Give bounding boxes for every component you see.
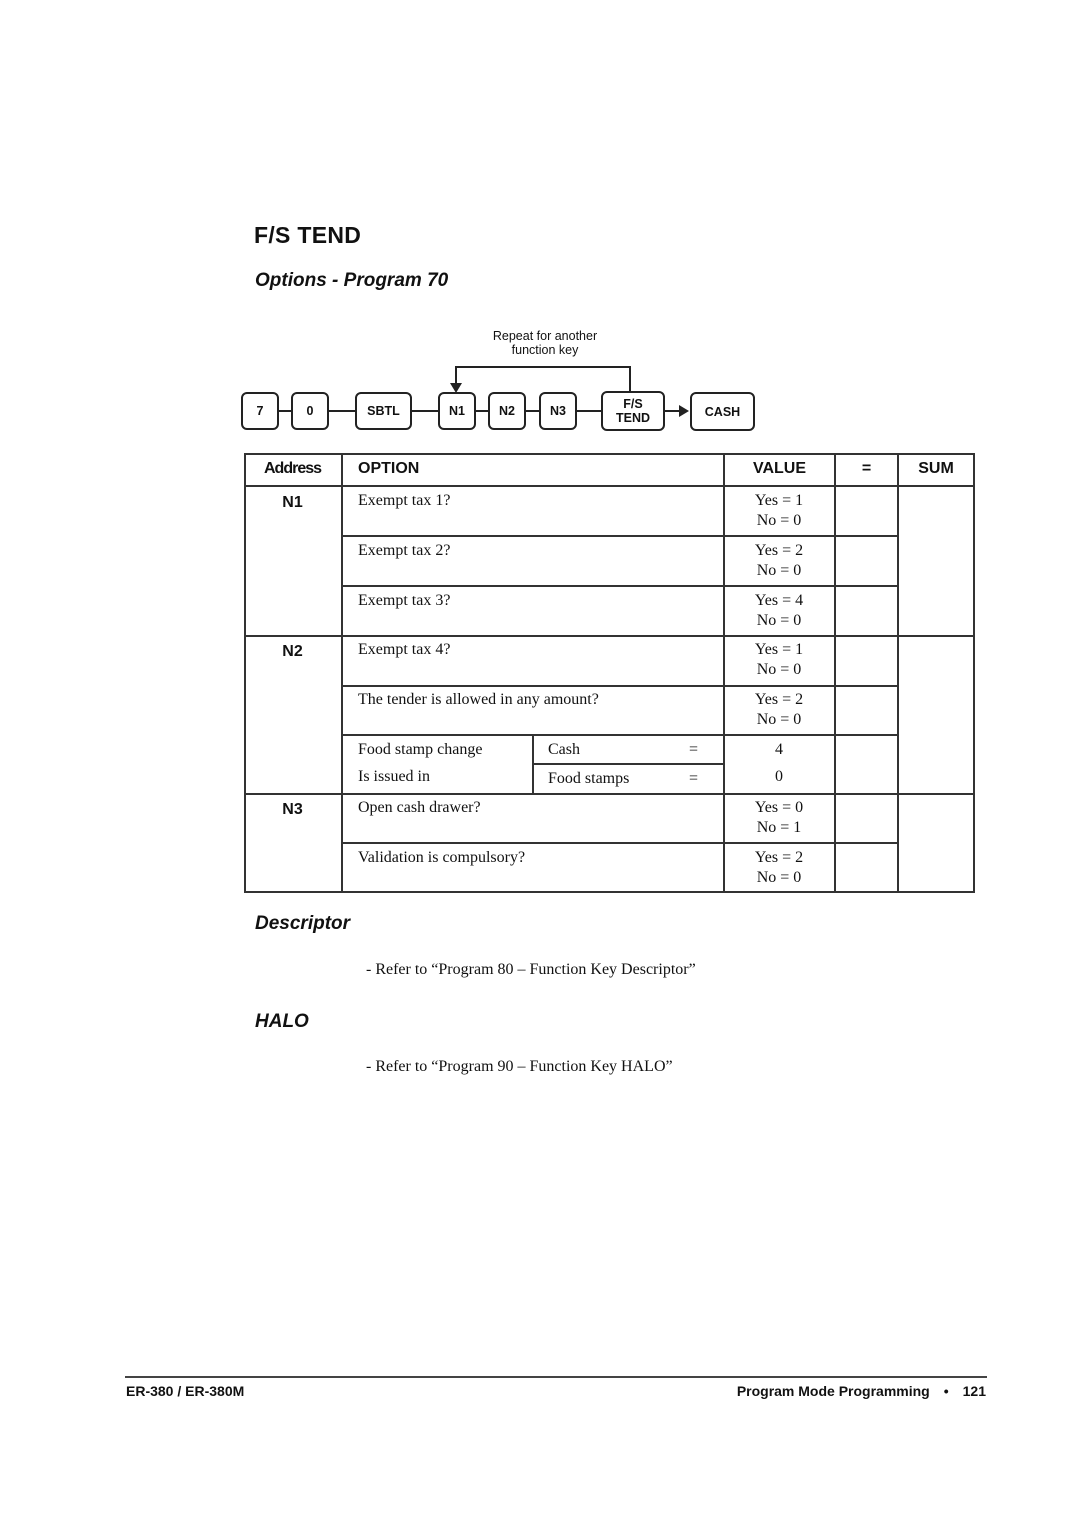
footer-section: Program Mode Programming • 121 [737, 1383, 986, 1399]
page-subtitle: Options - Program 70 [255, 270, 449, 291]
halo-reference: - Refer to “Program 90 – Function Key HA… [366, 1058, 673, 1075]
descriptor-heading: Descriptor [255, 913, 351, 934]
key-cash: CASH [690, 392, 755, 431]
address-n2: N2 [282, 643, 303, 660]
row-divider [341, 842, 899, 844]
row-divider [341, 585, 899, 587]
value-no: No = 0 [756, 562, 802, 579]
key-sbtl: SBTL [355, 392, 412, 430]
repeat-loop-line [629, 366, 631, 392]
key-0: 0 [291, 392, 329, 430]
connector [279, 410, 291, 412]
key-label: 0 [306, 404, 314, 418]
table-border [244, 453, 246, 893]
choice-value: 0 [775, 768, 783, 785]
key-n1: N1 [438, 392, 476, 430]
header-option: OPTION [358, 460, 420, 477]
option-text: Exempt tax 2? [358, 542, 451, 559]
option-text: Open cash drawer? [358, 799, 481, 816]
key-n3: N3 [539, 392, 577, 430]
value-yes: Yes = 2 [754, 542, 804, 559]
choice-value: 4 [775, 741, 783, 758]
row-divider [532, 763, 724, 765]
key-label: N1 [449, 404, 465, 418]
key-fs-tend: F/S TEND [601, 391, 665, 431]
connector [329, 410, 355, 412]
group-divider [244, 793, 975, 795]
value-yes: Yes = 0 [754, 799, 804, 816]
option-text: Exempt tax 3? [358, 592, 451, 609]
option-text: Is issued in [358, 768, 430, 785]
footer-model: ER-380 / ER-380M [126, 1383, 245, 1399]
repeat-note-line1: Repeat for another [492, 329, 598, 343]
key-label: 7 [256, 404, 264, 418]
halo-heading: HALO [255, 1011, 309, 1032]
column-divider [897, 453, 899, 893]
option-text: Validation is compulsory? [358, 849, 526, 866]
choice-label: Food stamps [548, 770, 630, 787]
value-yes: Yes = 2 [754, 849, 804, 866]
header-equals: = [861, 460, 872, 477]
table-border [973, 453, 975, 893]
repeat-note: Repeat for another function key [475, 329, 615, 357]
connector [577, 410, 601, 412]
address-n1: N1 [282, 494, 303, 511]
bullet-icon: • [943, 1383, 949, 1399]
table-border [244, 891, 975, 893]
footer-rule [125, 1376, 987, 1378]
option-text: Exempt tax 1? [358, 492, 451, 509]
key-label: CASH [704, 404, 741, 419]
value-yes: Yes = 1 [754, 641, 804, 658]
header-address: Address [264, 460, 322, 477]
option-text: The tender is allowed in any amount? [358, 691, 599, 708]
value-no: No = 0 [756, 711, 802, 728]
key-n2: N2 [488, 392, 526, 430]
group-divider [244, 635, 975, 637]
row-divider [244, 485, 975, 487]
value-yes: Yes = 4 [754, 592, 804, 609]
column-divider [341, 453, 343, 893]
option-text: Food stamp change [358, 741, 483, 758]
row-divider [341, 685, 899, 687]
value-yes: Yes = 1 [754, 492, 804, 509]
footer-section-title: Program Mode Programming [736, 1383, 930, 1399]
descriptor-reference: - Refer to “Program 80 – Function Key De… [366, 961, 696, 978]
key-label: N2 [499, 404, 515, 418]
choice-equals: = [689, 741, 699, 758]
key-7: 7 [241, 392, 279, 430]
address-n3: N3 [282, 801, 303, 818]
table-border [244, 453, 975, 455]
page-title: F/S TEND [254, 222, 362, 248]
repeat-note-line2: function key [511, 343, 579, 357]
key-label: SBTL [367, 404, 400, 418]
value-no: No = 0 [756, 661, 802, 678]
options-table: Address OPTION VALUE = SUM N1 N2 N3 Exem… [244, 453, 975, 893]
option-text: Exempt tax 4? [358, 641, 451, 658]
column-divider [834, 453, 836, 893]
value-no: No = 0 [756, 869, 802, 886]
connector [412, 410, 438, 412]
header-value: VALUE [752, 460, 807, 477]
key-label: N3 [550, 404, 566, 418]
key-label: F/S [623, 397, 643, 411]
connector [476, 410, 488, 412]
arrow-right-icon [679, 405, 689, 417]
choice-label: Cash [548, 741, 580, 758]
choice-equals: = [689, 770, 699, 787]
header-sum: SUM [918, 460, 954, 477]
value-yes: Yes = 2 [754, 691, 804, 708]
value-no: No = 0 [756, 612, 802, 629]
row-divider [341, 734, 899, 736]
key-sequence-diagram: Repeat for another function key 7 0 SBTL… [235, 325, 775, 440]
value-no: No = 1 [756, 819, 802, 836]
row-divider [341, 535, 899, 537]
value-no: No = 0 [756, 512, 802, 529]
connector [526, 410, 539, 412]
repeat-loop-line [455, 366, 631, 368]
page-number: 121 [962, 1383, 986, 1399]
key-label: TEND [615, 411, 651, 425]
